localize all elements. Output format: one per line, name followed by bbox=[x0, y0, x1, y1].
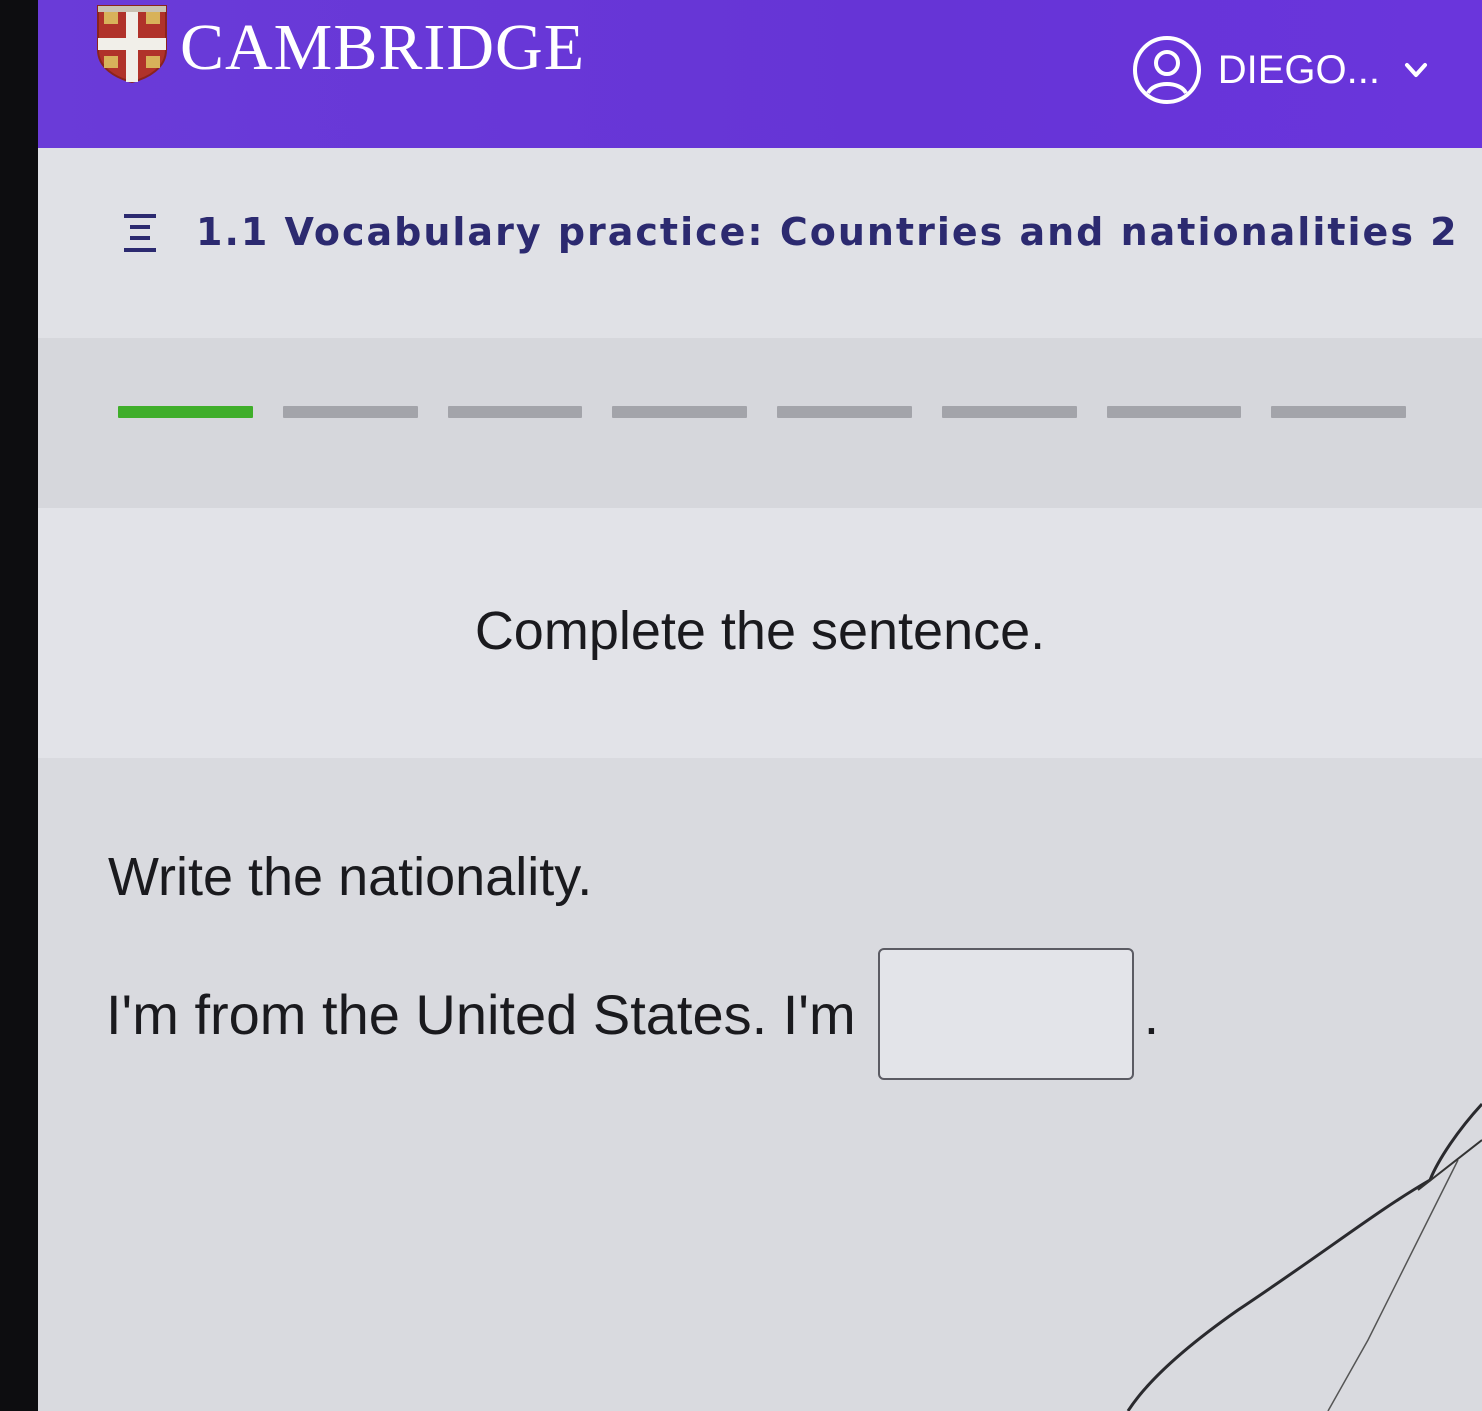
progress-step-pending bbox=[777, 406, 912, 418]
progress-step-pending bbox=[447, 406, 583, 418]
menu-list-icon[interactable] bbox=[122, 212, 158, 256]
user-avatar-icon bbox=[1132, 36, 1201, 104]
progress-step-pending bbox=[1106, 406, 1242, 418]
progress-step-pending bbox=[1271, 406, 1406, 418]
progress-step-pending bbox=[612, 406, 747, 418]
instruction-text: Complete the sentence. bbox=[474, 601, 1046, 661]
question-panel: Write the nationality. I'm from the Unit… bbox=[38, 758, 1482, 1411]
question-heading: Write the nationality. bbox=[108, 847, 593, 907]
sentence-suffix: . bbox=[1143, 982, 1160, 1046]
activity-title-bar: 1.1 Vocabulary practice: Countries and n… bbox=[38, 148, 1482, 338]
progress-step-completed bbox=[118, 406, 253, 418]
app-screen: CAMBRIDGE DIEGO... 1.1 Vocabulary practi… bbox=[38, 0, 1482, 1411]
activity-title: 1.1 Vocabulary practice: Countries and n… bbox=[196, 210, 1459, 254]
user-name: DIEGO... bbox=[1217, 47, 1380, 92]
chevron-down-icon bbox=[1405, 63, 1427, 77]
answer-input[interactable] bbox=[877, 948, 1134, 1080]
instruction-panel: Complete the sentence. bbox=[38, 508, 1482, 758]
progress-step-pending bbox=[282, 406, 418, 418]
brand-name: CAMBRIDGE bbox=[180, 11, 586, 84]
sentence-prefix: I'm from the United States. I'm bbox=[106, 982, 856, 1046]
progress-segments bbox=[118, 406, 1406, 418]
cambridge-shield-logo bbox=[97, 5, 167, 84]
question-sentence: I'm from the United States. I'm . bbox=[106, 948, 1159, 1080]
top-header: CAMBRIDGE DIEGO... bbox=[38, 0, 1482, 148]
user-menu[interactable]: DIEGO... bbox=[1132, 28, 1430, 112]
progress-step-pending bbox=[941, 406, 1077, 418]
progress-bar bbox=[38, 338, 1482, 508]
